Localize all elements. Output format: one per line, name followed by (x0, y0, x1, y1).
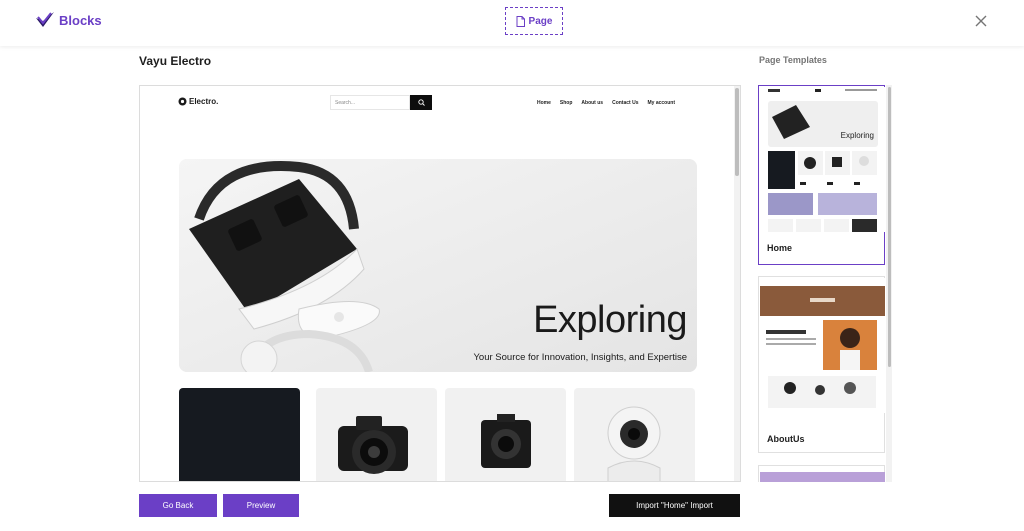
template-card-aboutus[interactable]: AboutUs (758, 276, 885, 453)
top-bar: Blocks Page (0, 0, 1024, 46)
page-tab[interactable]: Page (505, 7, 563, 35)
security-camera-image (607, 406, 661, 481)
preview-product-card (179, 388, 300, 481)
preview-scrollbar-thumb[interactable] (735, 88, 739, 176)
document-icon (516, 15, 525, 27)
import-button[interactable]: Import "Home" Import (609, 494, 740, 517)
template-home-thumb-title: Exploring (840, 131, 874, 140)
page-preview[interactable]: Electro. Search... Home Shop About us Co… (139, 85, 741, 482)
page-tab-label: Page (528, 15, 553, 27)
preview-product-card (316, 388, 437, 481)
electro-logo-icon (178, 97, 187, 106)
template-aboutus-label: AboutUs (767, 434, 805, 444)
preview-product-card (574, 388, 695, 481)
go-back-button[interactable]: Go Back (139, 494, 217, 517)
preview-nav-item: About us (581, 100, 604, 106)
preview-hero: Exploring Your Source for Innovation, In… (179, 159, 697, 372)
preview-nav-item: Home (537, 100, 551, 106)
site-title: Vayu Electro (139, 54, 212, 68)
template-home-label: Home (767, 243, 793, 253)
preview-search-button (410, 95, 432, 110)
preview-logo-text: Electro. (189, 97, 219, 106)
template-home-thumbnail (760, 87, 885, 232)
preview-nav: Home Shop About us Contact Us My account (537, 100, 675, 106)
cinema-camera-image (481, 414, 531, 468)
search-icon (417, 99, 425, 106)
logo-text: Blocks (59, 12, 102, 28)
preview-scrollbar[interactable] (734, 86, 740, 481)
template-aboutus-thumbnail (760, 278, 885, 413)
camera-image (338, 416, 408, 474)
preview-product-card (445, 388, 566, 481)
templates-list: Exploring Home AboutUs (758, 85, 886, 482)
preview-hero-title: Exploring (533, 299, 687, 341)
template-next-thumbnail (760, 472, 885, 482)
templates-scrollbar-thumb[interactable] (888, 87, 891, 367)
template-card-home[interactable]: Exploring Home (758, 85, 885, 265)
preview-logo: Electro. (178, 97, 218, 106)
preview-nav-item: My account (647, 100, 675, 106)
preview-nav-item: Shop (559, 100, 573, 106)
template-card-next[interactable] (758, 465, 885, 482)
blocks-logo[interactable]: Blocks (35, 11, 102, 29)
preview-search-input: Search... (330, 95, 410, 110)
preview-nav-item: Contact Us (612, 100, 639, 106)
preview-hero-subtitle: Your Source for Innovation, Insights, an… (473, 352, 687, 363)
checkmark-logo-icon (36, 12, 54, 27)
preview-button[interactable]: Preview (223, 494, 299, 517)
templates-title: Page Templates (759, 55, 827, 65)
close-icon[interactable] (974, 14, 988, 28)
